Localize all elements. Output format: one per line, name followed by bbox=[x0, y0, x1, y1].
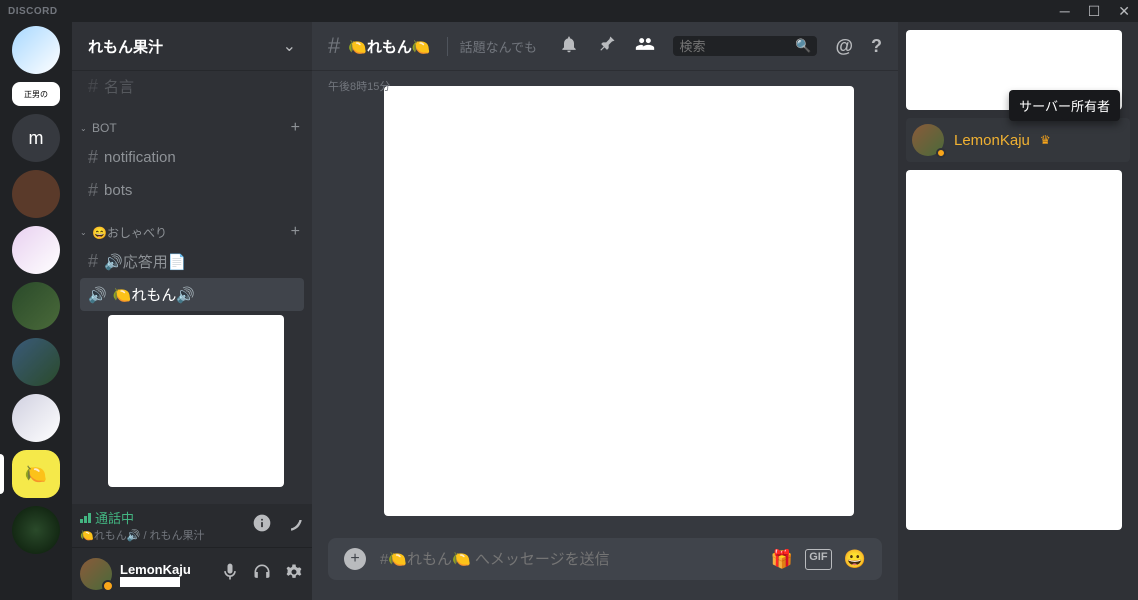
server-header[interactable]: れもん果汁 ⌄ bbox=[72, 22, 312, 70]
hash-icon: # bbox=[88, 180, 98, 201]
text-channel[interactable]: # 名言 bbox=[80, 70, 304, 103]
voice-status-text: 通話中 bbox=[95, 508, 134, 527]
chevron-down-icon: ⌄ bbox=[283, 36, 296, 56]
crown-icon: ♛ bbox=[1040, 133, 1051, 147]
server-icon[interactable] bbox=[12, 226, 60, 274]
text-channel[interactable]: # notification bbox=[80, 141, 304, 174]
help-icon[interactable]: ? bbox=[871, 36, 882, 57]
message-list: 午後8時15分 bbox=[312, 70, 898, 538]
status-idle-icon bbox=[936, 148, 946, 158]
info-icon[interactable] bbox=[252, 513, 272, 538]
member-item[interactable]: サーバー所有者 LemonKaju ♛ bbox=[906, 118, 1130, 162]
owner-tooltip: サーバー所有者 bbox=[1009, 90, 1120, 121]
mute-icon[interactable] bbox=[220, 562, 240, 587]
server-icon[interactable] bbox=[12, 26, 60, 74]
settings-icon[interactable] bbox=[284, 562, 304, 587]
window-maximize-icon[interactable]: ☐ bbox=[1088, 3, 1101, 20]
signal-icon bbox=[80, 513, 91, 523]
window-minimize-icon[interactable]: ─ bbox=[1060, 3, 1070, 20]
server-icon-active[interactable]: 🍋 bbox=[12, 450, 60, 498]
search-box[interactable]: 🔍 bbox=[673, 36, 817, 56]
add-channel-icon[interactable]: + bbox=[291, 119, 300, 137]
members-icon[interactable] bbox=[635, 34, 655, 59]
mentions-icon[interactable]: @ bbox=[835, 36, 853, 57]
server-icon[interactable] bbox=[12, 282, 60, 330]
volume-icon: 🔊 bbox=[88, 286, 107, 304]
attach-icon[interactable]: + bbox=[344, 548, 366, 570]
channel-name: 🍋れもん🔊 bbox=[113, 284, 195, 305]
emoji-icon[interactable]: 😀 bbox=[844, 549, 866, 570]
server-icon[interactable] bbox=[12, 506, 60, 554]
search-input[interactable] bbox=[679, 39, 795, 54]
server-name: れもん果汁 bbox=[88, 36, 283, 57]
hash-icon: # bbox=[328, 33, 340, 59]
chevron-down-icon: ⌄ bbox=[80, 228, 92, 237]
disconnect-icon[interactable] bbox=[284, 513, 304, 538]
chevron-down-icon: ⌄ bbox=[80, 124, 92, 133]
gift-icon[interactable]: 🎁 bbox=[771, 549, 793, 570]
message-input[interactable] bbox=[380, 551, 757, 568]
text-channel[interactable]: # bots bbox=[80, 174, 304, 207]
channel-category[interactable]: ⌄ 😄おしゃべり + bbox=[80, 207, 304, 245]
status-idle-icon bbox=[102, 580, 114, 592]
username: LemonKaju bbox=[120, 562, 212, 577]
add-channel-icon[interactable]: + bbox=[291, 223, 300, 241]
channel-name: notification bbox=[104, 149, 176, 166]
category-label: BOT bbox=[92, 121, 117, 135]
server-list: 正男の m 🍋 bbox=[0, 22, 72, 600]
search-icon: 🔍 bbox=[795, 38, 811, 54]
voice-user-video[interactable] bbox=[108, 315, 284, 487]
chat-header: # 🍋れもん🍋 話題なんでも 🔍 @ ? bbox=[312, 22, 898, 70]
voice-status-panel: 通話中 🍋れもん🔊 / れもん果汁 bbox=[72, 504, 312, 548]
channel-title: 🍋れもん🍋 bbox=[348, 36, 430, 57]
user-activity bbox=[120, 577, 180, 587]
message-input-box: + 🎁 GIF 😀 bbox=[328, 538, 882, 580]
notifications-icon[interactable] bbox=[559, 34, 579, 59]
hash-icon: # bbox=[88, 147, 98, 168]
member-name: LemonKaju bbox=[954, 132, 1030, 149]
user-avatar[interactable] bbox=[80, 558, 112, 590]
server-icon[interactable]: 正男の bbox=[12, 82, 60, 106]
channel-name: bots bbox=[104, 182, 132, 199]
user-panel: LemonKaju bbox=[72, 548, 312, 600]
voice-channel-path: 🍋れもん🔊 / れもん果汁 bbox=[80, 527, 252, 543]
channel-topic[interactable]: 話題なんでも bbox=[447, 37, 537, 56]
message-timestamp: 午後8時15分 bbox=[328, 78, 390, 94]
category-label: 😄おしゃべり bbox=[92, 224, 167, 241]
channel-category[interactable]: ⌄ BOT + bbox=[80, 103, 304, 141]
voice-channel-active[interactable]: 🔊 🍋れもん🔊 bbox=[80, 278, 304, 311]
text-channel[interactable]: # 🔊応答用📄 bbox=[80, 245, 304, 278]
server-icon[interactable] bbox=[12, 394, 60, 442]
channel-name: 名言 bbox=[104, 76, 134, 97]
member-avatar bbox=[912, 124, 944, 156]
deafen-icon[interactable] bbox=[252, 562, 272, 587]
pin-icon[interactable] bbox=[597, 34, 617, 59]
hash-icon: # bbox=[88, 76, 98, 97]
server-icon[interactable] bbox=[12, 170, 60, 218]
channel-name: 🔊応答用📄 bbox=[104, 251, 186, 272]
window-close-icon[interactable]: ✕ bbox=[1118, 3, 1130, 20]
members-list: サーバー所有者 LemonKaju ♛ bbox=[898, 22, 1138, 600]
app-logo: DISCORD bbox=[8, 6, 58, 17]
message-attachment-image[interactable] bbox=[384, 86, 854, 516]
server-icon[interactable] bbox=[12, 338, 60, 386]
member-content-preview[interactable] bbox=[906, 170, 1122, 530]
hash-icon: # bbox=[88, 251, 98, 272]
gif-icon[interactable]: GIF bbox=[805, 549, 831, 570]
server-icon[interactable]: m bbox=[12, 114, 60, 162]
